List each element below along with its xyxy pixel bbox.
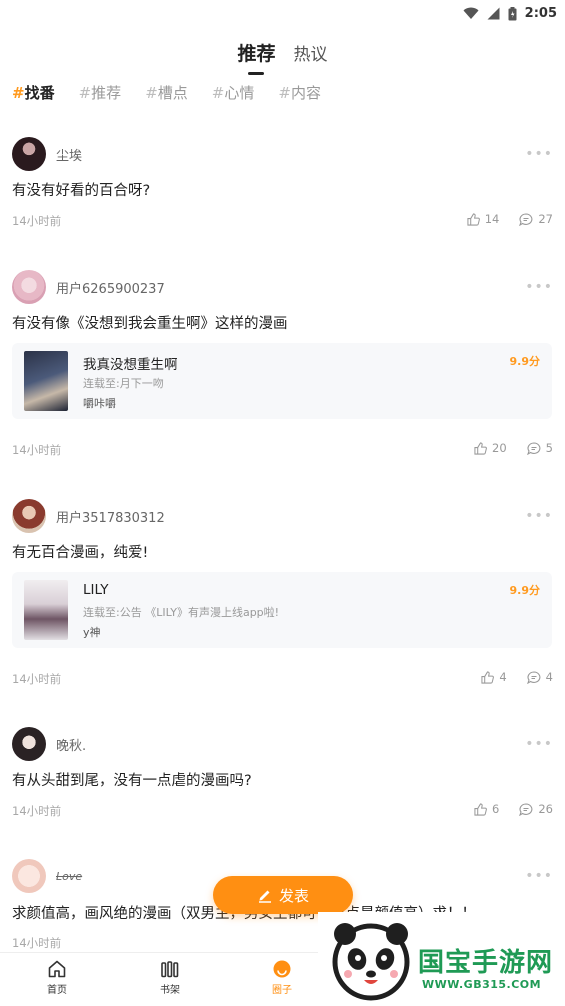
comment-button[interactable]: 5: [526, 441, 553, 455]
comment-icon: [526, 670, 541, 684]
status-bar: 2:05: [0, 0, 565, 30]
tab-recommend[interactable]: 推荐: [237, 39, 275, 66]
bookshelf-icon: [161, 961, 179, 978]
thumbs-up-icon: [474, 441, 487, 455]
watermark-text: 国宝手游网: [418, 948, 554, 978]
avatar[interactable]: [12, 270, 46, 304]
avatar[interactable]: [12, 137, 46, 171]
post-text: 有从头甜到尾，没有一点虐的漫画吗?: [12, 773, 252, 789]
comment-icon: [519, 802, 533, 816]
post-item[interactable]: 用户3517830312 ••• 有无百合漫画，纯爱! LILY 连载至:公告 …: [0, 494, 565, 694]
wifi-icon: [463, 7, 479, 19]
post-time: 14小时前: [12, 443, 62, 457]
comment-button[interactable]: 26: [519, 802, 553, 816]
post-item[interactable]: 尘埃 ••• 有没有好看的百合呀? 14小时前 14 27: [0, 132, 565, 242]
book-update: 连载至:月下一吻: [83, 377, 164, 390]
post-time: 14小时前: [12, 672, 62, 686]
post-item[interactable]: 用户6265900237 ••• 有没有像《没想到我会重生啊》这样的漫画 我真没…: [0, 265, 565, 465]
comment-icon: [519, 212, 533, 226]
book-cover: [24, 580, 68, 640]
topic-content[interactable]: #内容: [278, 82, 321, 103]
comment-button[interactable]: 27: [519, 212, 553, 226]
book-score: 9.9分: [509, 355, 541, 368]
post-time: 14小时前: [12, 804, 62, 818]
thumbs-up-icon: [467, 212, 480, 226]
home-icon: [48, 960, 66, 978]
post-time: 14小时前: [12, 936, 62, 950]
post-text: 有没有像《没想到我会重生啊》这样的漫画: [12, 316, 288, 332]
book-cover: [24, 351, 68, 411]
topic-mood[interactable]: #心情: [212, 82, 255, 103]
more-options-icon[interactable]: •••: [525, 508, 553, 524]
top-tabs: 推荐 热议: [0, 34, 565, 70]
battery-icon: [508, 6, 517, 20]
nav-circle[interactable]: 圈子: [252, 959, 312, 996]
watermark: 国宝手游网 WWW.GB315.COM: [318, 912, 565, 1006]
comment-icon: [526, 441, 541, 455]
like-button[interactable]: 4: [481, 670, 507, 684]
nav-home[interactable]: 首页: [27, 959, 87, 996]
username[interactable]: 尘埃: [56, 145, 82, 164]
post-item[interactable]: 晚秋. ••• 有从头甜到尾，没有一点虐的漫画吗? 14小时前 6 26: [0, 722, 565, 832]
comment-button[interactable]: 4: [526, 670, 553, 684]
signal-icon: [487, 7, 500, 20]
avatar[interactable]: [12, 499, 46, 533]
more-options-icon[interactable]: •••: [525, 868, 553, 884]
nav-bookshelf[interactable]: 书架: [140, 959, 200, 996]
username[interactable]: 用户6265900237: [56, 278, 165, 297]
book-author: y神: [83, 626, 101, 639]
publish-button[interactable]: 发表: [213, 876, 353, 914]
post-text: 有没有好看的百合呀?: [12, 183, 151, 199]
book-title: LILY: [83, 582, 109, 598]
like-button[interactable]: 20: [474, 441, 507, 455]
tab-hot-discussion[interactable]: 热议: [294, 40, 328, 65]
topic-find-anime[interactable]: #找番: [12, 82, 55, 103]
like-button[interactable]: 14: [467, 212, 499, 226]
more-options-icon[interactable]: •••: [525, 279, 553, 295]
book-author: 嚼咔嚼: [83, 397, 116, 410]
watermark-url: WWW.GB315.COM: [422, 978, 542, 991]
book-update: 连载至:公告 《LILY》有声漫上线app啦!: [83, 606, 280, 619]
avatar[interactable]: [12, 859, 46, 893]
avatar[interactable]: [12, 727, 46, 761]
book-title: 我真没想重生啊: [83, 357, 178, 373]
thumbs-up-icon: [481, 670, 495, 684]
topic-tags: #找番 #推荐 #槽点 #心情 #内容: [12, 82, 321, 103]
post-text: 有无百合漫画，纯爱!: [12, 545, 149, 561]
circle-icon: [273, 960, 291, 978]
book-card[interactable]: LILY 连载至:公告 《LILY》有声漫上线app啦! y神 9.9分: [12, 572, 552, 648]
book-card[interactable]: 我真没想重生啊 连载至:月下一吻 嚼咔嚼 9.9分: [12, 343, 552, 419]
thumbs-up-icon: [474, 802, 487, 816]
status-time: 2:05: [524, 6, 557, 21]
username[interactable]: 用户3517830312: [56, 507, 165, 526]
more-options-icon[interactable]: •••: [525, 146, 553, 162]
pen-icon: [258, 890, 271, 903]
post-time: 14小时前: [12, 214, 62, 228]
more-options-icon[interactable]: •••: [525, 736, 553, 752]
panda-logo: [332, 923, 410, 1001]
topic-complaints[interactable]: #槽点: [145, 82, 188, 103]
username[interactable]: 晚秋.: [56, 735, 86, 754]
topic-recommend[interactable]: #推荐: [79, 82, 122, 103]
username[interactable]: Love: [56, 870, 82, 883]
book-score: 9.9分: [509, 584, 541, 597]
like-button[interactable]: 6: [474, 802, 499, 816]
